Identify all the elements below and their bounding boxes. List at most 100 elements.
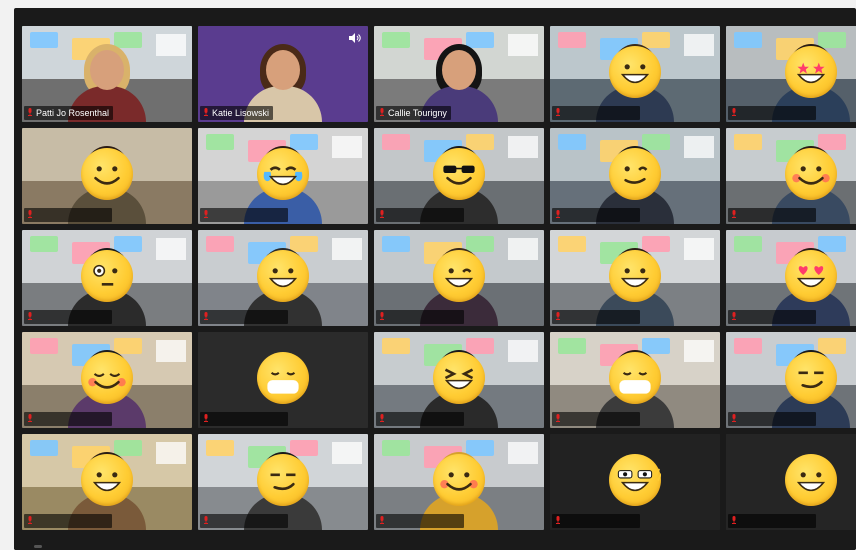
gallery-view: Patti Jo Rosenthal Katie Lisowski Callie T… bbox=[22, 26, 856, 532]
participant-name-label bbox=[552, 310, 640, 324]
participant-head bbox=[90, 50, 124, 90]
window-light bbox=[156, 238, 186, 260]
participant-name-label bbox=[200, 310, 288, 324]
participant-tile[interactable] bbox=[550, 434, 720, 530]
grin-face-icon bbox=[81, 454, 133, 506]
participant-tile[interactable] bbox=[726, 26, 856, 122]
wall-poster bbox=[30, 236, 58, 252]
star-struck-icon bbox=[785, 46, 837, 98]
wall-poster bbox=[558, 236, 586, 252]
participant-tile[interactable] bbox=[374, 230, 544, 326]
sunglasses-face-icon bbox=[433, 148, 485, 200]
window-light bbox=[508, 340, 538, 362]
wall-poster bbox=[382, 134, 410, 150]
microphone-muted-icon bbox=[380, 108, 384, 116]
microphone-muted-icon bbox=[556, 414, 560, 422]
window-light bbox=[332, 442, 362, 464]
participant-tile[interactable] bbox=[550, 332, 720, 428]
smiling-blush-icon bbox=[785, 148, 837, 200]
participant-tile[interactable] bbox=[22, 332, 192, 428]
participant-tile[interactable] bbox=[550, 230, 720, 326]
participant-tile[interactable] bbox=[22, 128, 192, 224]
wall-poster bbox=[558, 32, 586, 48]
participant-name-label bbox=[728, 106, 816, 120]
microphone-muted-icon bbox=[380, 210, 384, 218]
wall-poster bbox=[382, 440, 410, 456]
participant-tile[interactable] bbox=[198, 332, 368, 428]
participant-name-label bbox=[376, 412, 464, 426]
microphone-muted-icon bbox=[204, 516, 208, 524]
participant-tile[interactable] bbox=[22, 230, 192, 326]
wall-poster bbox=[30, 440, 58, 456]
toolbar-handle[interactable] bbox=[34, 545, 42, 548]
participant-tile[interactable] bbox=[374, 434, 544, 530]
participant-name-label bbox=[728, 208, 816, 222]
participant-tile[interactable] bbox=[22, 434, 192, 530]
wall-poster bbox=[734, 134, 762, 150]
grin-face-icon bbox=[785, 454, 837, 506]
participant-name-label bbox=[200, 412, 288, 426]
participant-tile-katie-lisowski[interactable]: Katie Lisowski bbox=[198, 26, 368, 122]
window-light bbox=[156, 340, 186, 362]
window-light bbox=[156, 34, 186, 56]
participant-name-label bbox=[728, 412, 816, 426]
squinting-laugh-icon bbox=[433, 352, 485, 404]
participant-name-label: Katie Lisowski bbox=[200, 106, 274, 120]
tears-of-joy-icon bbox=[257, 148, 309, 200]
participant-name-label bbox=[24, 412, 112, 426]
participant-tile[interactable] bbox=[550, 26, 720, 122]
wall-poster bbox=[30, 338, 58, 354]
participant-name-label bbox=[24, 514, 112, 528]
participant-name-label bbox=[376, 514, 464, 528]
participant-name-label bbox=[552, 208, 640, 222]
participant-name-label bbox=[200, 514, 288, 528]
wall-poster bbox=[734, 236, 762, 252]
wall-poster bbox=[114, 32, 142, 48]
microphone-muted-icon bbox=[380, 516, 384, 524]
participant-tile[interactable] bbox=[198, 230, 368, 326]
participant-tile[interactable] bbox=[726, 434, 856, 530]
participant-name-label bbox=[24, 208, 112, 222]
microphone-muted-icon bbox=[380, 414, 384, 422]
microphone-muted-icon bbox=[28, 210, 32, 218]
wall-poster bbox=[206, 236, 234, 252]
participant-head bbox=[266, 50, 300, 90]
microphone-muted-icon bbox=[556, 516, 560, 524]
blush-face-icon bbox=[433, 454, 485, 506]
participant-name-label bbox=[728, 310, 816, 324]
wall-poster bbox=[206, 134, 234, 150]
smiley-face-icon bbox=[81, 148, 133, 200]
window-light bbox=[332, 238, 362, 260]
window-light bbox=[684, 34, 714, 56]
beaming-face-icon bbox=[257, 250, 309, 302]
participant-name-label bbox=[552, 106, 640, 120]
participant-name-label bbox=[552, 412, 640, 426]
winking-face-icon bbox=[609, 148, 661, 200]
grinning-face-icon bbox=[609, 46, 661, 98]
participant-tile[interactable] bbox=[198, 128, 368, 224]
participant-name: Callie Tourigny bbox=[388, 108, 447, 118]
heart-eyes-icon bbox=[785, 250, 837, 302]
grinning-big-eyes-icon bbox=[609, 250, 661, 302]
window-light bbox=[508, 238, 538, 260]
smirk-face-icon bbox=[257, 454, 309, 506]
microphone-muted-icon bbox=[556, 210, 560, 218]
wall-poster bbox=[466, 32, 494, 48]
wall-poster bbox=[382, 32, 410, 48]
microphone-muted-icon bbox=[28, 312, 32, 320]
participant-name-label: Callie Tourigny bbox=[376, 106, 451, 120]
participant-tile-patti-jo-rosenthal[interactable]: Patti Jo Rosenthal bbox=[22, 26, 192, 122]
participant-name-label bbox=[200, 208, 288, 222]
participant-tile[interactable] bbox=[374, 332, 544, 428]
microphone-muted-icon bbox=[556, 108, 560, 116]
participant-tile[interactable] bbox=[726, 230, 856, 326]
participant-tile[interactable] bbox=[726, 128, 856, 224]
participant-tile[interactable] bbox=[726, 332, 856, 428]
participant-tile[interactable] bbox=[550, 128, 720, 224]
window-light bbox=[508, 34, 538, 56]
participant-tile-callie-tourigny[interactable]: Callie Tourigny bbox=[374, 26, 544, 122]
participant-tile[interactable] bbox=[374, 128, 544, 224]
wall-poster bbox=[734, 338, 762, 354]
mask-face-icon bbox=[257, 352, 309, 404]
participant-tile[interactable] bbox=[198, 434, 368, 530]
